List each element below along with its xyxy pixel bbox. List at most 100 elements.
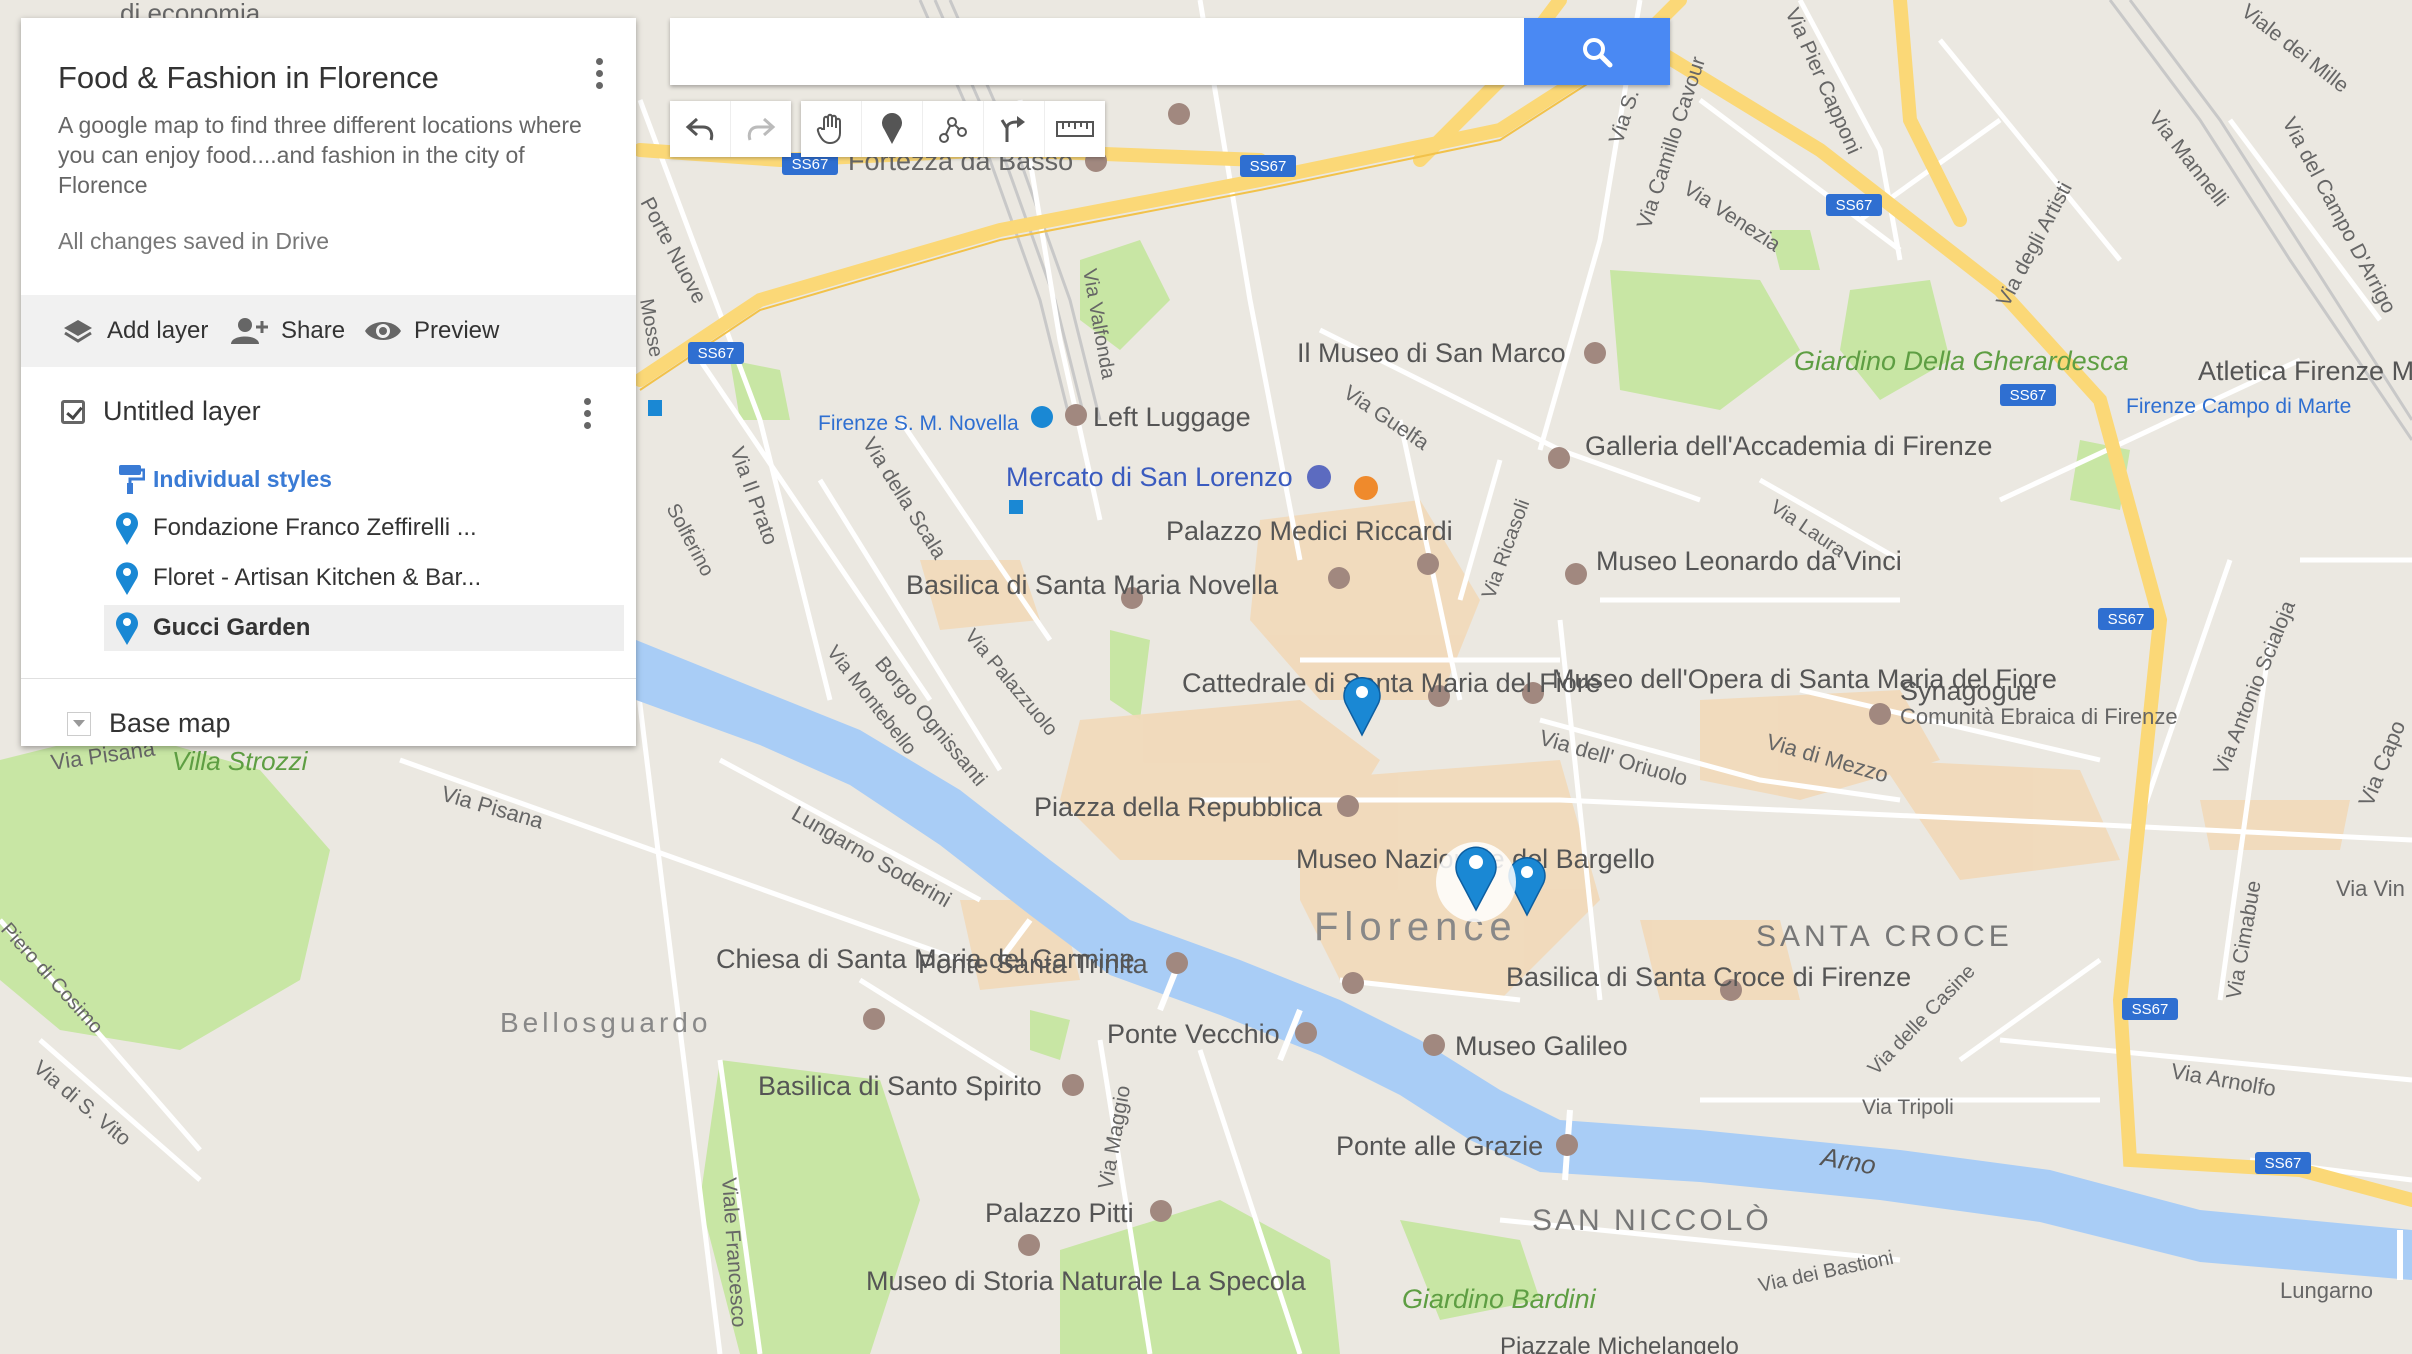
layers-icon	[64, 320, 92, 343]
bridge-icon	[1166, 952, 1188, 974]
landmark-icon	[1328, 567, 1350, 589]
svg-text:Firenze Campo di Marte: Firenze Campo di Marte	[2126, 395, 2351, 418]
svg-text:SS67: SS67	[2010, 387, 2047, 404]
list-item-label: Gucci Garden	[153, 614, 311, 641]
map-panel: Food & Fashion in Florence A google map …	[21, 18, 636, 746]
panel-divider	[21, 678, 636, 679]
list-item[interactable]: Floret - Artisan Kitchen & Bar...	[104, 555, 624, 601]
svg-text:Il Museo di San Marco: Il Museo di San Marco	[1297, 338, 1566, 368]
church-icon	[1062, 1074, 1084, 1096]
map-toolbar	[670, 101, 1115, 157]
base-map-label: Base map	[109, 708, 231, 738]
landmark-icon	[1168, 103, 1190, 125]
train-icon	[1031, 406, 1053, 428]
svg-text:SAN NICCOLÒ: SAN NICCOLÒ	[1532, 1204, 1772, 1237]
luggage-icon	[1065, 404, 1087, 426]
synagogue-icon	[1869, 703, 1891, 725]
svg-text:Firenze S. M. Novella: Firenze S. M. Novella	[818, 412, 1019, 435]
search-input[interactable]	[670, 18, 1470, 85]
svg-text:Museo Galileo: Museo Galileo	[1455, 1031, 1628, 1061]
church-icon	[863, 1008, 885, 1030]
marker-icon	[882, 113, 902, 144]
svg-text:Palazzo Medici Riccardi: Palazzo Medici Riccardi	[1166, 516, 1453, 546]
bridge-icon	[1295, 1022, 1317, 1044]
svg-text:SS67: SS67	[2265, 1155, 2302, 1172]
directions-button[interactable]	[984, 101, 1045, 157]
svg-text:SS67: SS67	[1836, 197, 1873, 214]
svg-text:Museo Leonardo da Vinci: Museo Leonardo da Vinci	[1596, 546, 1902, 576]
svg-text:Villa Strozzi: Villa Strozzi	[172, 746, 309, 776]
layer-header: Untitled layer	[61, 396, 261, 427]
measure-button[interactable]	[1045, 101, 1105, 157]
marker-icon	[116, 612, 138, 645]
map-description[interactable]: A google map to find three different loc…	[58, 110, 598, 200]
hand-icon	[816, 113, 841, 145]
svg-text:Bellosguardo: Bellosguardo	[500, 1007, 711, 1038]
layer-options-icon[interactable]	[582, 398, 592, 438]
svg-text:Synagogue: Synagogue	[1900, 676, 2037, 706]
share-button[interactable]: Share	[229, 295, 345, 367]
museum-icon	[1584, 342, 1606, 364]
list-item-label: Floret - Artisan Kitchen & Bar...	[153, 564, 482, 591]
add-layer-button[interactable]: Add layer	[61, 295, 208, 367]
museum-icon	[1018, 1234, 1040, 1256]
add-person-icon	[231, 318, 268, 344]
svg-text:Basilica di Santa Maria Novell: Basilica di Santa Maria Novella	[906, 570, 1279, 600]
museum-icon	[1417, 553, 1439, 575]
list-item-label: Fondazione Franco Zeffirelli ...	[153, 514, 477, 541]
svg-text:Basilica di Santo Spirito: Basilica di Santo Spirito	[758, 1071, 1042, 1101]
layer-name[interactable]: Untitled layer	[103, 396, 261, 427]
list-item-selected[interactable]: Gucci Garden	[104, 605, 624, 651]
svg-text:Galleria dell'Accademia di Fir: Galleria dell'Accademia di Firenze	[1585, 431, 1992, 461]
undo-icon	[685, 117, 714, 141]
list-item[interactable]: Fondazione Franco Zeffirelli ...	[104, 505, 624, 551]
bridge-icon	[1556, 1134, 1578, 1156]
undo-button[interactable]	[670, 101, 731, 157]
placemark-gucci-garden[interactable]	[1436, 842, 1516, 922]
svg-text:SS67: SS67	[2108, 611, 2145, 628]
svg-text:Comunità Ebraica di Firenze: Comunità Ebraica di Firenze	[1900, 704, 2178, 729]
museum-icon	[1423, 1034, 1445, 1056]
svg-text:Piazzale Michelangelo: Piazzale Michelangelo	[1500, 1333, 1739, 1354]
svg-text:Basilica di Santa Croce di Fir: Basilica di Santa Croce di Firenze	[1506, 962, 1911, 992]
marker-icon	[116, 512, 138, 545]
svg-text:SS67: SS67	[698, 345, 735, 362]
preview-button[interactable]: Preview	[364, 295, 499, 367]
svg-text:SANTA CROCE: SANTA CROCE	[1756, 920, 2013, 953]
svg-text:SS67: SS67	[792, 156, 829, 173]
draw-line-button[interactable]	[923, 101, 984, 157]
individual-styles-link[interactable]: Individual styles	[117, 463, 332, 495]
paint-roller-icon	[119, 465, 145, 494]
redo-button[interactable]	[731, 101, 791, 157]
eye-icon	[365, 322, 401, 340]
svg-text:Atletica Firenze M: Atletica Firenze M	[2198, 356, 2412, 386]
directions-icon	[1000, 116, 1025, 142]
add-marker-button[interactable]	[862, 101, 923, 157]
svg-text:Giardino Bardini: Giardino Bardini	[1402, 1284, 1597, 1314]
individual-styles-label: Individual styles	[153, 465, 332, 492]
layer-visibility-checkbox[interactable]	[61, 399, 85, 424]
svg-text:Cattedrale di Santa Maria del: Cattedrale di Santa Maria del Fiore	[1182, 668, 1601, 698]
expand-arrow-icon[interactable]	[67, 711, 91, 736]
base-map-toggle[interactable]: Base map	[67, 708, 231, 739]
draw-line-icon	[939, 117, 967, 143]
train-icon	[1009, 500, 1023, 514]
svg-text:Mercato di San Lorenzo: Mercato di San Lorenzo	[1006, 462, 1293, 492]
search-button[interactable]	[1524, 18, 1670, 85]
restaurant-icon	[1354, 476, 1378, 500]
history-group	[670, 101, 791, 157]
train-icon	[648, 400, 662, 416]
svg-text:SS67: SS67	[2132, 1001, 2169, 1018]
share-label: Share	[281, 317, 346, 344]
svg-text:Piazza della Repubblica: Piazza della Repubblica	[1034, 792, 1323, 822]
map-title[interactable]: Food & Fashion in Florence	[58, 60, 439, 96]
svg-text:Ponte alle Grazie: Ponte alle Grazie	[1336, 1131, 1543, 1161]
search-box	[670, 18, 1670, 85]
svg-text:SS67: SS67	[1250, 158, 1287, 175]
svg-text:Ponte Vecchio: Ponte Vecchio	[1107, 1019, 1280, 1049]
pan-tool-button[interactable]	[801, 101, 862, 157]
add-layer-label: Add layer	[107, 317, 209, 344]
map-options-icon[interactable]	[594, 58, 604, 98]
marker-icon	[116, 562, 138, 595]
ruler-icon	[1056, 121, 1094, 137]
